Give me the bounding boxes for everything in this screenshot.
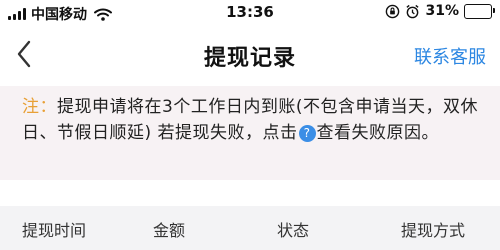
- nav-bar: 提现记录 联系客服: [0, 28, 500, 80]
- withdrawal-notice: 注：提现申请将在3个工作日内到账(不包含申请当天，双休日、节假日顺延) 若提现失…: [0, 86, 500, 180]
- status-right: 31%: [385, 3, 495, 19]
- status-bar: 中国移动 13:36 31%: [0, 0, 500, 26]
- alarm-icon: [406, 4, 420, 18]
- battery-percent: 31%: [425, 3, 459, 19]
- section-spacer: [0, 180, 500, 206]
- wifi-icon: [94, 8, 112, 21]
- table-header: 提现时间 金额 状态 提现方式: [0, 206, 500, 250]
- notice-tail: 查看失败原因。: [316, 123, 440, 143]
- column-header-status: 状态: [277, 221, 310, 240]
- help-icon[interactable]: ?: [298, 124, 316, 142]
- notice-text: 注：提现申请将在3个工作日内到账(不包含申请当天，双休日、节假日顺延) 若提现失…: [22, 94, 482, 146]
- back-button[interactable]: [6, 34, 42, 74]
- notice-prefix: 注：: [22, 97, 57, 117]
- status-left: 中国移动: [8, 4, 112, 24]
- column-header-time: 提现时间: [22, 221, 87, 240]
- contact-support-button[interactable]: 联系客服: [414, 43, 486, 69]
- carrier-name: 中国移动: [31, 7, 87, 23]
- chevron-left-icon: [17, 40, 31, 68]
- battery-icon: [464, 3, 495, 19]
- column-header-method: 提现方式: [401, 221, 466, 240]
- cellular-signal-icon: [8, 8, 26, 20]
- orientation-lock-icon: [386, 4, 400, 18]
- column-header-amount: 金额: [153, 221, 186, 240]
